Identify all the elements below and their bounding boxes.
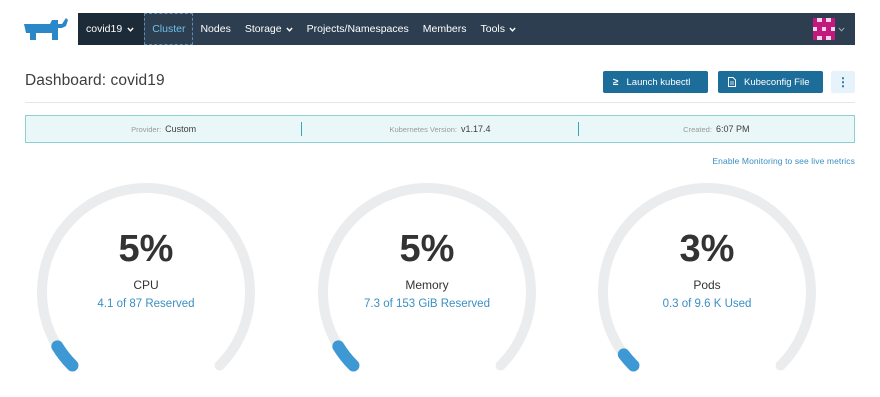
launch-kubectl-label: Launch kubectl: [626, 76, 691, 88]
chevron-down-icon: [838, 27, 845, 32]
cpu-gauge: 5% CPU 4.1 of 87 Reserved: [31, 178, 261, 378]
chevron-down-icon: [509, 27, 516, 32]
gauge-title: Memory: [405, 278, 449, 292]
gauge-track: [598, 183, 816, 371]
kubernetes-version-info: Kubernetes Version: v1.17.4: [301, 122, 577, 136]
cluster-info-banner: Provider: Custom Kubernetes Version: v1.…: [25, 115, 855, 143]
gauge-fill: [617, 348, 640, 372]
created-value: 6:07 PM: [715, 124, 750, 134]
provider-info: Provider: Custom: [26, 124, 301, 134]
kubernetes-version-label: Kubernetes Version:: [389, 124, 457, 134]
avatar: [813, 18, 835, 40]
provider-label: Provider:: [131, 124, 162, 134]
gauge-title: CPU: [133, 278, 159, 292]
provider-value: Custom: [165, 124, 197, 134]
divider: [25, 102, 855, 103]
memory-gauge: 5% Memory 7.3 of 153 GiB Reserved: [312, 178, 542, 378]
rancher-logo[interactable]: [22, 16, 70, 42]
gauge-percent: 3%: [679, 228, 735, 270]
nav-item-label: Tools: [480, 23, 506, 35]
top-navigation: covid19 Cluster Nodes Storage Projects/N…: [78, 13, 855, 45]
gauge-fill: [51, 340, 79, 372]
kubernetes-version-value: v1.17.4: [461, 124, 491, 134]
launch-kubectl-button[interactable]: ≥ Launch kubectl: [603, 71, 708, 93]
terminal-icon: ≥: [613, 76, 619, 88]
nav-item-tools[interactable]: Tools: [474, 13, 524, 45]
gauge-track: [37, 183, 255, 371]
gauge-detail: 4.1 of 87 Reserved: [97, 298, 195, 310]
gauge-detail: 0.3 of 9.6 K Used: [662, 298, 752, 310]
nav-item-nodes[interactable]: Nodes: [193, 13, 237, 45]
created-label: Created:: [683, 124, 712, 134]
created-info: Created: 6:07 PM: [577, 122, 854, 136]
gauge-percent: 5%: [399, 228, 455, 270]
enable-monitoring-link[interactable]: Enable Monitoring to see live metrics: [712, 156, 855, 166]
nav-item-label: Nodes: [200, 23, 231, 35]
nav-item-label: Storage: [244, 23, 282, 35]
user-menu[interactable]: [813, 18, 855, 40]
nav-item-members[interactable]: Members: [416, 13, 474, 45]
gauge-track: [318, 183, 536, 371]
nav-item-storage[interactable]: Storage: [238, 13, 300, 45]
chevron-down-icon: [285, 27, 293, 32]
nav-item-cluster[interactable]: Cluster: [144, 13, 194, 45]
kubeconfig-file-button[interactable]: Kubeconfig File: [718, 71, 823, 93]
chevron-down-icon: [127, 27, 134, 32]
pods-gauge: 3% Pods 0.3 of 9.6 K Used: [592, 178, 822, 378]
nav-item-label: Cluster: [152, 23, 186, 35]
gauge-title: Pods: [693, 278, 721, 292]
gauge-fill: [332, 340, 360, 372]
nav-item-label: Members: [422, 23, 467, 35]
gauge-detail: 7.3 of 153 GiB Reserved: [364, 298, 490, 310]
nav-item-label: Projects/Namespaces: [306, 23, 409, 35]
kubeconfig-file-label: Kubeconfig File: [744, 76, 810, 88]
more-actions-button[interactable]: ⋮: [831, 71, 855, 93]
cluster-switcher[interactable]: covid19: [78, 13, 145, 45]
gauge-percent: 5%: [118, 228, 174, 270]
file-icon: [728, 77, 736, 87]
cluster-switcher-label: covid19: [86, 23, 123, 35]
nav-item-projects-namespaces[interactable]: Projects/Namespaces: [300, 13, 416, 45]
page-title: Dashboard: covid19: [25, 72, 165, 89]
